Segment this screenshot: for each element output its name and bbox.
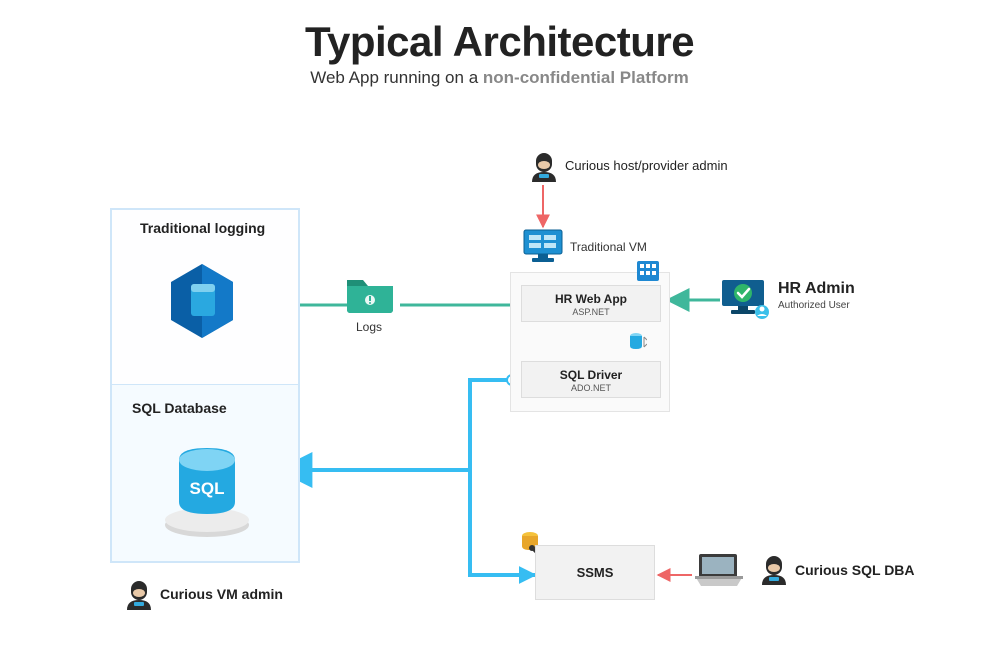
left-panel: Traditional logging SQL Database SQL — [110, 208, 300, 563]
threat-actor-icon — [125, 580, 153, 608]
sql-driver-sub: ADO.NET — [522, 383, 660, 393]
log-analytics-icon — [167, 262, 237, 345]
driver-link-icon — [629, 331, 647, 358]
ssms-box: SSMS — [535, 545, 655, 600]
sql-driver-box: SQL Driver ADO.NET — [521, 361, 661, 398]
vm-header-label: Traditional VM — [570, 240, 647, 254]
hr-admin-title: HR Admin — [778, 280, 855, 298]
diagram-subtitle: Web App running on a non-confidential Pl… — [0, 68, 999, 88]
ssms-label: SSMS — [577, 565, 614, 580]
app-tile-icon — [637, 261, 659, 286]
vm-admin-label: Curious VM admin — [160, 586, 283, 602]
threat-actor-icon — [530, 152, 558, 180]
architecture-diagram: Traditional logging SQL Database SQL — [0, 150, 999, 670]
hr-admin-sub: Authorized User — [778, 300, 850, 311]
subtitle-prefix: Web App running on a — [310, 68, 483, 87]
hr-web-app-sub: ASP.NET — [522, 307, 660, 317]
traditional-vm-group: HR Web App ASP.NET SQL Driver ADO.NET — [510, 272, 670, 412]
sql-database-icon: SQL — [157, 430, 257, 545]
hr-web-app-box: HR Web App ASP.NET — [521, 285, 661, 322]
vm-monitor-icon — [522, 228, 564, 266]
sql-badge-text: SQL — [190, 479, 225, 498]
logs-folder-icon — [345, 272, 395, 321]
sql-driver-title: SQL Driver — [560, 368, 622, 382]
threat-actor-icon — [760, 555, 788, 583]
hr-admin-monitor-icon — [720, 278, 770, 324]
subtitle-emphasis: non-confidential Platform — [483, 68, 689, 87]
sql-dba-label: Curious SQL DBA — [795, 562, 915, 578]
diagram-title: Typical Architecture — [0, 18, 999, 66]
hr-web-app-title: HR Web App — [555, 292, 627, 306]
logging-title: Traditional logging — [140, 220, 265, 236]
host-admin-label: Curious host/provider admin — [565, 158, 728, 173]
db-title: SQL Database — [132, 400, 227, 416]
logs-label: Logs — [356, 320, 382, 334]
laptop-icon — [693, 550, 745, 590]
